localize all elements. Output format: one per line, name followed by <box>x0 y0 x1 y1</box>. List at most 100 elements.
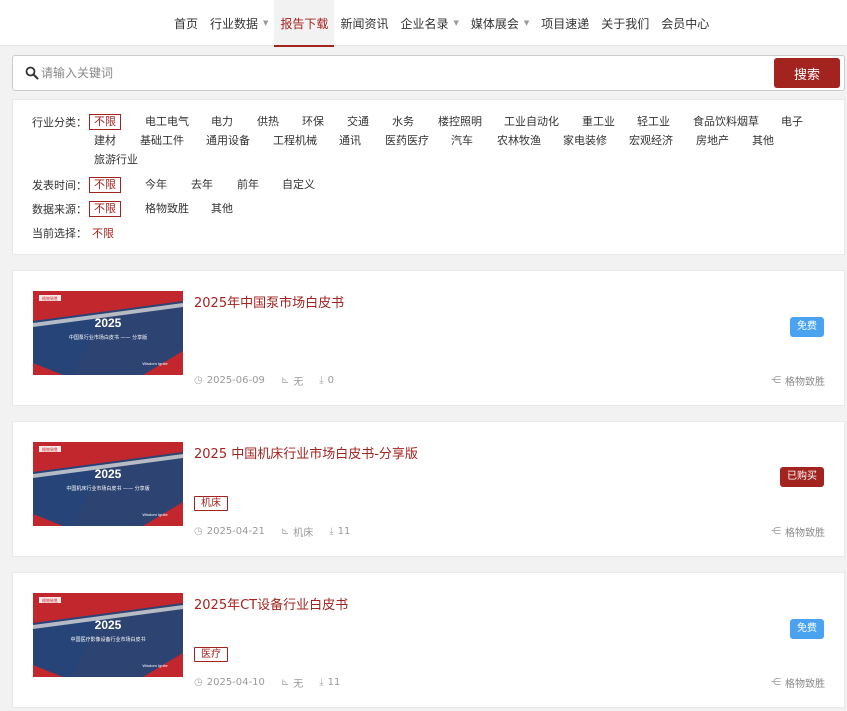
chart-icon: ⊾ <box>280 375 290 386</box>
filter-option[interactable]: 农林牧渔 <box>497 133 541 149</box>
nav-item-label: 首页 <box>174 16 199 31</box>
industry-filter-row: 行业分类： 不限 电工电气 电力 供热 环保 交通 水务 楼控照明 工业自动化 重工业 轻工业 食品饮… <box>32 114 829 170</box>
report-category-value: 无 <box>293 679 304 690</box>
report-cover-image[interactable]: 2025 中国机床行业市场白皮书 —— 分享版 格物致胜 Wisdom Igni… <box>33 442 183 526</box>
filter-option[interactable]: 房地产 <box>696 133 729 149</box>
filter-panel: 行业分类： 不限 电工电气 电力 供热 环保 交通 水务 楼控照明 工业自动化 重工业 轻工业 食品饮… <box>12 99 845 255</box>
filter-option[interactable]: 通用设备 <box>206 133 250 149</box>
clock-icon: ◷ <box>194 526 203 537</box>
filter-option[interactable]: 电子 <box>781 114 803 130</box>
report-source[interactable]: ⋲ 格物致胜 <box>771 373 825 388</box>
report-date: ◷ 2025-04-10 <box>194 677 265 688</box>
current-selection-label: 当前选择： <box>32 227 87 240</box>
nav-item-8[interactable]: 会员中心 <box>655 0 715 46</box>
cover-logo: 格物致胜 <box>42 295 58 301</box>
nav-item-4[interactable]: 企业名录 ▼ <box>394 0 464 46</box>
cover-logo: 格物致胜 <box>42 597 58 603</box>
search-button[interactable]: 搜索 <box>774 58 840 88</box>
filter-option[interactable]: 电力 <box>211 114 233 130</box>
nav-item-1[interactable]: 行业数据 ▼ <box>204 0 274 46</box>
filter-option[interactable]: 不限 <box>89 201 121 217</box>
filter-option[interactable]: 自定义 <box>282 177 315 193</box>
filter-option[interactable]: 轻工业 <box>637 114 670 130</box>
nav-item-label: 新闻资讯 <box>340 16 389 31</box>
filter-option[interactable]: 基础工件 <box>140 133 184 149</box>
cover-year: 2025 <box>95 618 122 632</box>
report-card[interactable]: 2025 中国泵行业市场白皮书 —— 分享版 格物致胜 Wisdom Ignit… <box>12 270 845 406</box>
report-meta: ◷ 2025-04-21 ⊾ 机床 ⤓ 11 <box>194 524 366 539</box>
filter-option[interactable]: 医药医疗 <box>385 133 429 149</box>
share-icon: ⋲ <box>771 526 781 537</box>
report-source[interactable]: ⋲ 格物致胜 <box>771 524 825 539</box>
filter-option[interactable]: 汽车 <box>451 133 473 149</box>
filter-option[interactable]: 格物致胜 <box>145 201 189 217</box>
filter-option[interactable]: 不限 <box>89 114 121 130</box>
filter-option[interactable]: 食品饮料烟草 <box>693 114 759 130</box>
filter-option[interactable]: 其他 <box>752 133 774 149</box>
clock-icon: ◷ <box>194 677 203 688</box>
report-date-value: 2025-04-21 <box>206 526 265 537</box>
nav-item-label: 会员中心 <box>661 16 710 31</box>
report-card[interactable]: 2025 中国医疗影像设备行业市场白皮书 格物致胜 Wisdom Ignite … <box>12 572 845 708</box>
report-cover-image[interactable]: 2025 中国医疗影像设备行业市场白皮书 格物致胜 Wisdom Ignite <box>33 593 183 677</box>
filter-option[interactable]: 环保 <box>302 114 324 130</box>
report-date: ◷ 2025-06-09 <box>194 375 265 386</box>
filter-option[interactable]: 重工业 <box>582 114 615 130</box>
filter-option[interactable]: 工程机械 <box>273 133 317 149</box>
filter-option[interactable]: 宏观经济 <box>629 133 673 149</box>
report-price-badge[interactable]: 免费 <box>790 317 824 337</box>
filter-option[interactable]: 交通 <box>347 114 369 130</box>
filter-option[interactable]: 楼控照明 <box>438 114 482 130</box>
download-icon: ⤓ <box>319 375 324 386</box>
nav-item-3[interactable]: 新闻资讯 <box>334 0 394 46</box>
filter-option[interactable]: 今年 <box>145 177 167 193</box>
report-downloads-value: 11 <box>327 677 341 688</box>
report-meta: ◷ 2025-06-09 ⊾ 无 ⤓ 0 <box>194 373 350 388</box>
source-filter-label: 数据来源： <box>32 203 87 216</box>
report-card[interactable]: 2025 中国机床行业市场白皮书 —— 分享版 格物致胜 Wisdom Igni… <box>12 421 845 557</box>
filter-option[interactable]: 电工电气 <box>145 114 189 130</box>
nav-item-5[interactable]: 媒体展会 ▼ <box>465 0 535 46</box>
nav-item-6[interactable]: 项目速递 <box>535 0 595 46</box>
nav-item-7[interactable]: 关于我们 <box>595 0 655 46</box>
nav-item-2[interactable]: 报告下载 <box>274 0 335 47</box>
report-price-badge[interactable]: 免费 <box>790 619 824 639</box>
filter-option[interactable]: 通讯 <box>339 133 361 149</box>
report-downloads: ⤓ 0 <box>319 375 334 386</box>
nav-item-0[interactable]: 首页 <box>168 0 204 46</box>
report-date: ◷ 2025-04-21 <box>194 526 265 537</box>
report-category: ⊾ 无 <box>281 675 303 690</box>
report-category-value: 无 <box>293 377 304 388</box>
clock-icon: ◷ <box>194 375 203 386</box>
cover-brand: Wisdom Ignite <box>142 663 168 668</box>
report-price-badge[interactable]: 已购买 <box>780 467 824 487</box>
filter-option[interactable]: 工业自动化 <box>504 114 559 130</box>
filter-option[interactable]: 其他 <box>211 201 233 217</box>
report-cover-image[interactable]: 2025 中国泵行业市场白皮书 —— 分享版 格物致胜 Wisdom Ignit… <box>33 291 183 375</box>
share-icon: ⋲ <box>771 375 781 386</box>
search-bar: 搜索 <box>12 55 845 91</box>
filter-option[interactable]: 供热 <box>257 114 279 130</box>
report-title[interactable]: 2025年中国泵市场白皮书 <box>194 292 344 311</box>
filter-option[interactable]: 不限 <box>89 177 121 193</box>
nav-item-label: 项目速递 <box>541 16 590 31</box>
current-selection-row: 当前选择： 不限 <box>32 225 114 243</box>
search-icon <box>25 66 39 80</box>
report-title[interactable]: 2025年CT设备行业白皮书 <box>194 594 348 613</box>
time-filter-row: 发表时间： 不限 今年 去年 前年 自定义 <box>32 177 829 195</box>
filter-option[interactable]: 水务 <box>392 114 414 130</box>
search-input[interactable] <box>41 57 761 89</box>
chevron-down-icon: ▼ <box>453 19 459 27</box>
report-source[interactable]: ⋲ 格物致胜 <box>771 675 825 690</box>
report-title[interactable]: 2025 中国机床行业市场白皮书-分享版 <box>194 443 418 462</box>
report-tag[interactable]: 医疗 <box>194 647 228 662</box>
nav-menu: 首页 行业数据 ▼ 报告下载 新闻资讯 企业名录 ▼ 媒体展会 ▼ 项目速递 关于我们 会员中心 <box>168 0 715 47</box>
report-category: ⊾ 机床 <box>281 524 313 539</box>
filter-option[interactable]: 前年 <box>237 177 259 193</box>
filter-option[interactable]: 建材 <box>94 133 116 149</box>
report-downloads: ⤓ 11 <box>329 526 350 537</box>
report-tag[interactable]: 机床 <box>194 496 228 511</box>
filter-option[interactable]: 旅游行业 <box>94 152 138 168</box>
filter-option[interactable]: 家电装修 <box>563 133 607 149</box>
filter-option[interactable]: 去年 <box>191 177 213 193</box>
